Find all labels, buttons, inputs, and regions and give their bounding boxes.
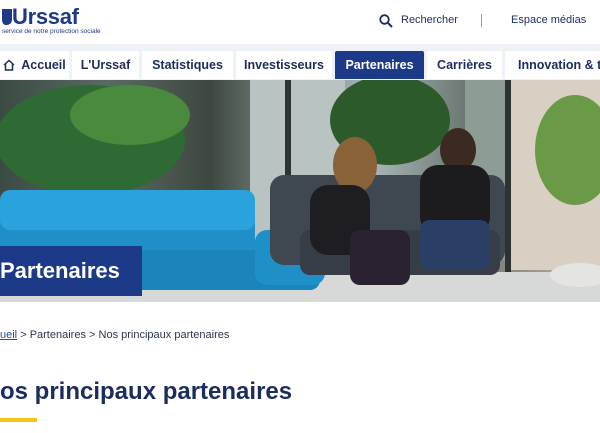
- media-space-link[interactable]: Espace médias: [511, 14, 586, 26]
- hero-banner: Partenaires: [0, 80, 600, 302]
- title-underline: [0, 418, 37, 422]
- breadcrumb-separator: >: [89, 329, 96, 341]
- header-divider: [481, 14, 482, 27]
- breadcrumb-partenaires[interactable]: Partenaires: [30, 329, 86, 341]
- nav-tab-investisseurs[interactable]: Investisseurs: [236, 51, 332, 79]
- logo-tagline: service de notre protection sociale: [2, 28, 101, 35]
- search-link[interactable]: Rechercher: [401, 14, 458, 26]
- nav-tab-carrieres[interactable]: Carrières: [427, 51, 502, 79]
- breadcrumb-home-link[interactable]: ueil: [0, 329, 17, 341]
- nav-tab-lurssaf[interactable]: L'Urssaf: [72, 51, 139, 79]
- breadcrumb-current: Nos principaux partenaires: [98, 329, 230, 341]
- home-icon: [3, 59, 15, 71]
- search-icon[interactable]: [379, 14, 393, 28]
- main-navigation: Accueil L'Urssaf Statistiques Investisse…: [0, 44, 600, 82]
- nav-tab-innovation[interactable]: Innovation & tec: [505, 51, 600, 79]
- nav-tab-statistiques[interactable]: Statistiques: [142, 51, 233, 79]
- nav-tab-accueil[interactable]: Accueil: [0, 51, 69, 79]
- site-header: Urssaf service de notre protection socia…: [0, 0, 600, 44]
- nav-tab-label: Accueil: [21, 58, 66, 72]
- page-title: os principaux partenaires: [0, 378, 293, 405]
- breadcrumb: ueil > Partenaires > Nos principaux part…: [0, 329, 229, 341]
- nav-tab-partenaires[interactable]: Partenaires: [335, 51, 424, 79]
- breadcrumb-separator: >: [20, 329, 27, 341]
- urssaf-logo[interactable]: Urssaf: [12, 4, 79, 30]
- hero-title-badge: Partenaires: [0, 246, 142, 296]
